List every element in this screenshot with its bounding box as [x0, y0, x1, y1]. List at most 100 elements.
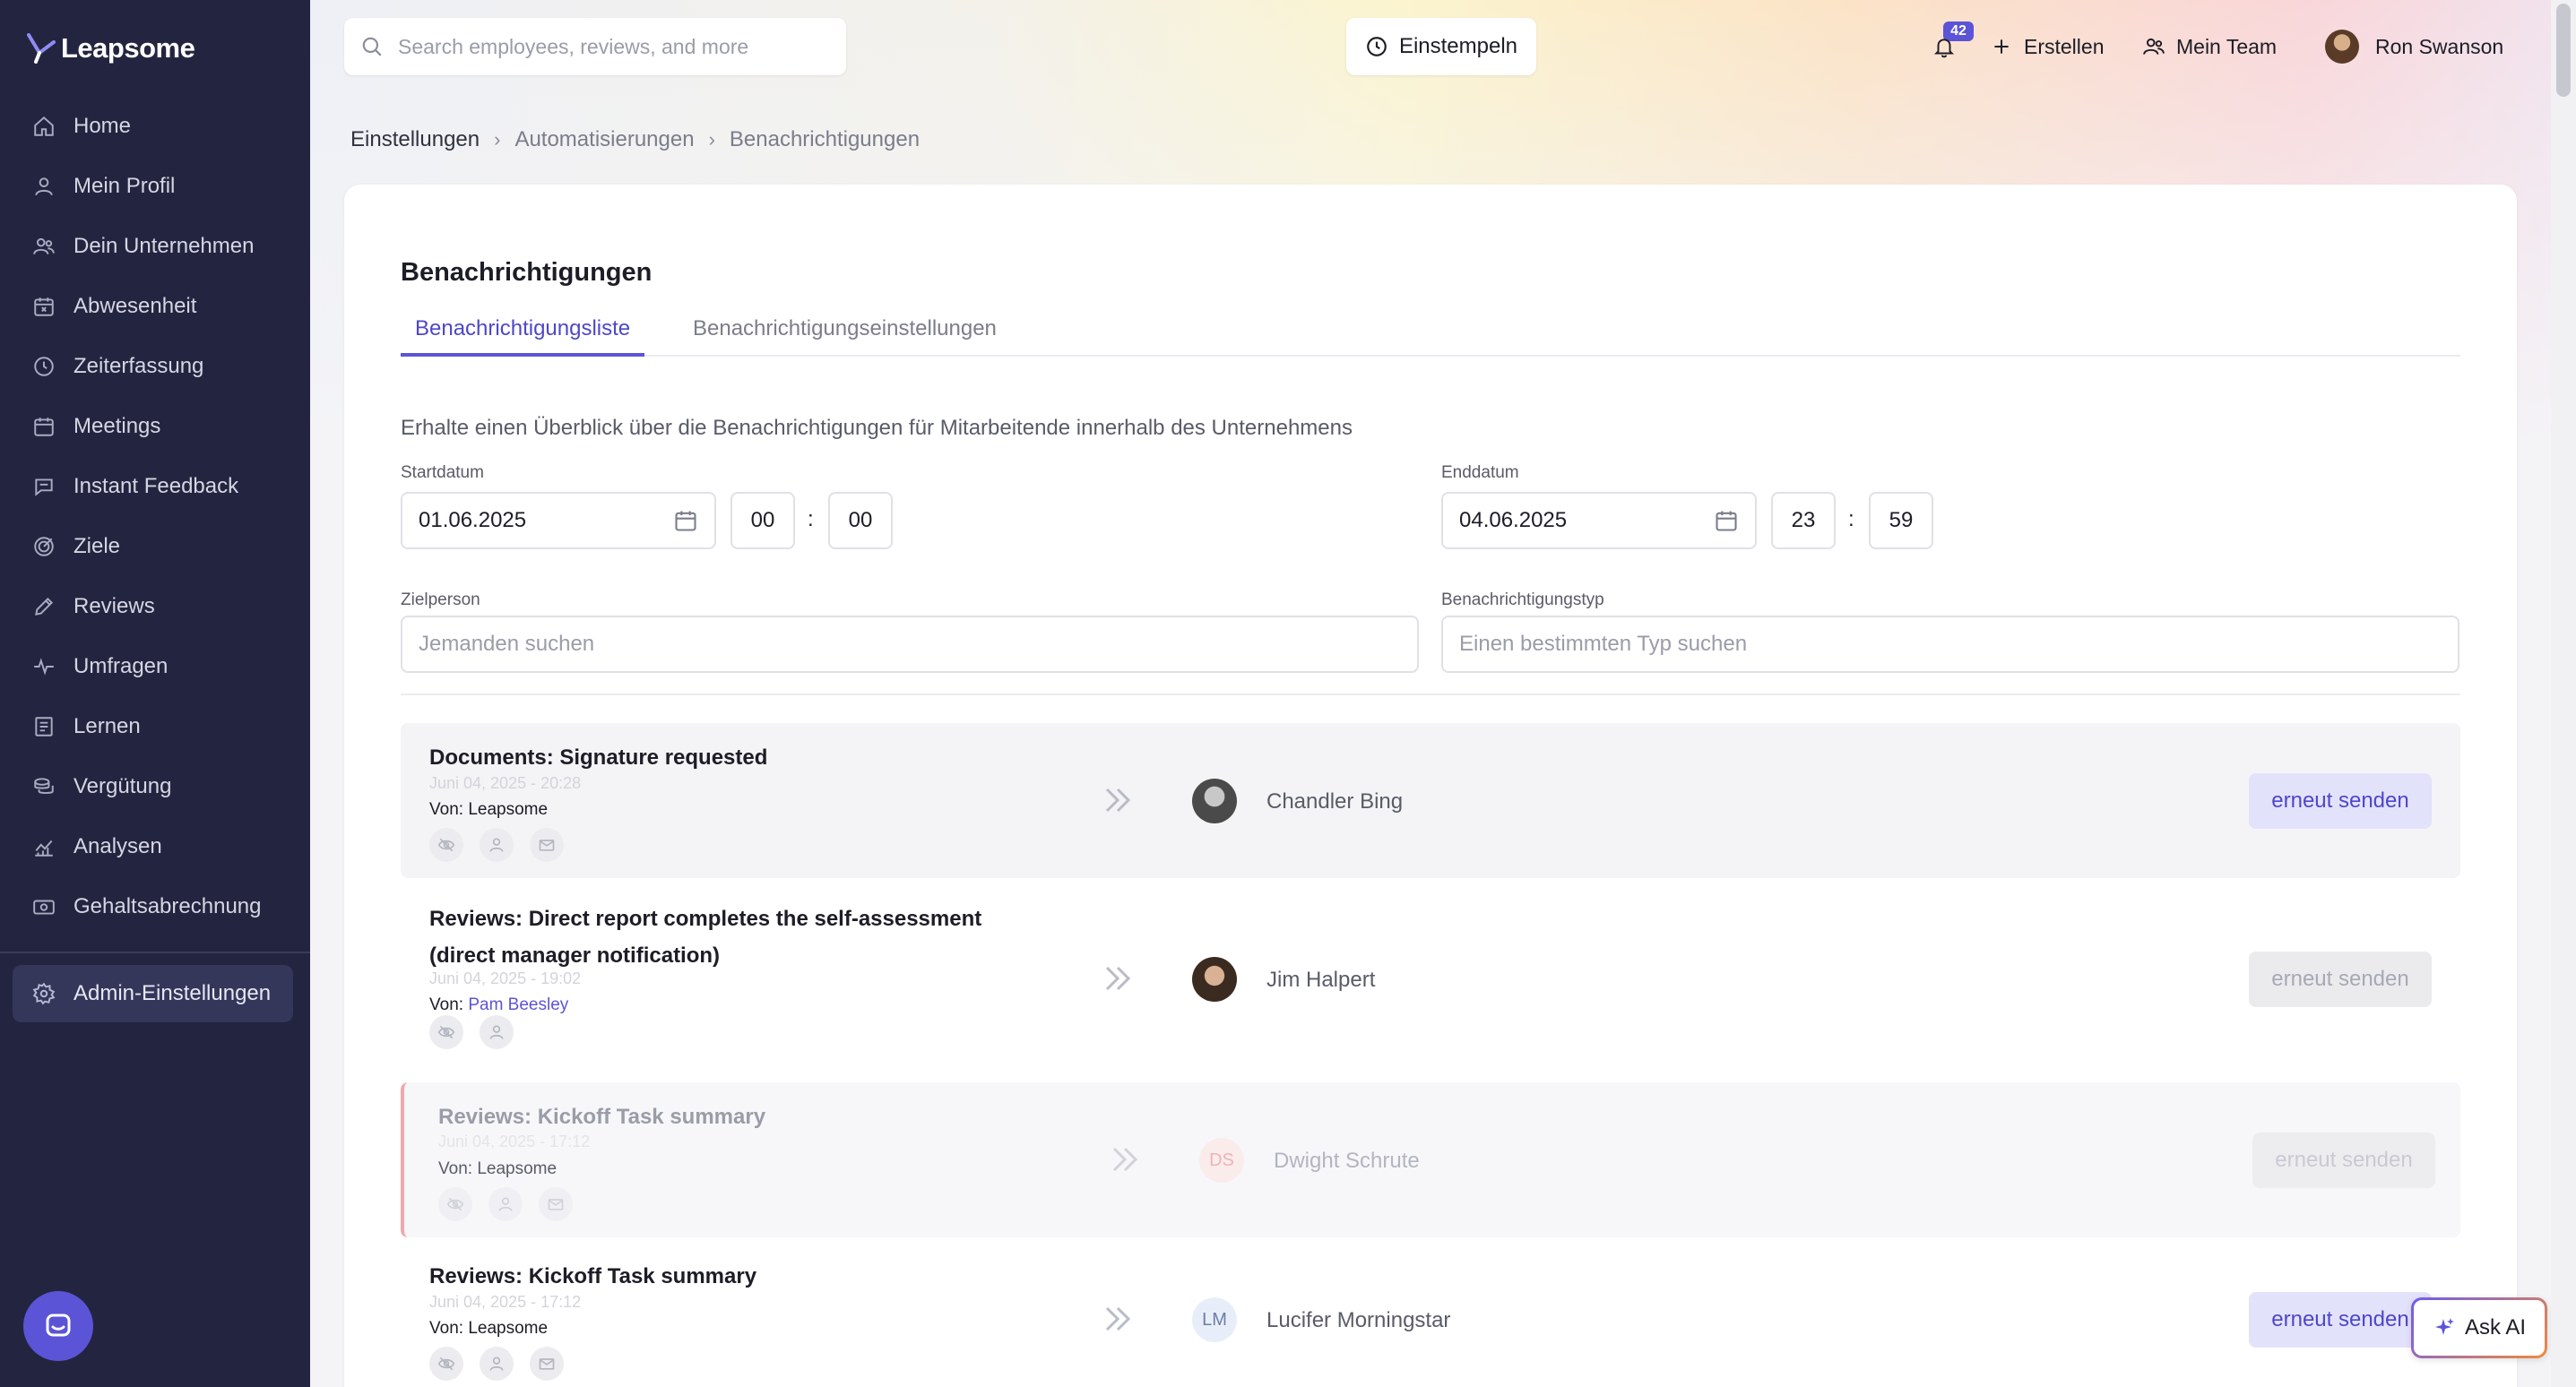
search-input[interactable] — [398, 34, 828, 59]
sender-link[interactable]: Pam Beesley — [468, 995, 568, 1014]
end-date-label: Enddatum — [1441, 463, 1519, 482]
main-area: Einstempeln 42 Erstellen Mein Team Ron S… — [310, 0, 2576, 1387]
sidebar-item-admin-settings[interactable]: Admin-Einstellungen — [13, 965, 293, 1022]
sidebar-item-label: Meetings — [73, 413, 161, 438]
sidebar-item-label: Home — [73, 113, 132, 138]
tab-notification-list[interactable]: Benachrichtigungsliste — [401, 310, 645, 357]
hidden-eye-icon — [429, 828, 463, 862]
clock-in-button[interactable]: Einstempeln — [1346, 18, 1536, 75]
start-date-value: 01.06.2025 — [419, 508, 527, 532]
sidebar-item-label: Gehaltsabrechnung — [73, 893, 262, 918]
clock-in-label: Einstempeln — [1398, 34, 1518, 58]
breadcrumb-automations[interactable]: Automatisierungen — [514, 127, 694, 152]
sidebar-item-reviews[interactable]: Reviews — [13, 576, 296, 636]
start-hour-field[interactable]: 00 — [730, 492, 795, 549]
calendar-icon — [675, 511, 696, 531]
notification-date: Juni 04, 2025 - 19:02 — [429, 969, 582, 987]
my-team-button[interactable]: Mein Team — [2142, 18, 2277, 75]
sidebar-item-label: Vergütung — [73, 773, 172, 798]
clock-icon — [1367, 37, 1387, 56]
user-menu[interactable]: Ron Swanson — [2325, 18, 2503, 75]
tab-notification-settings[interactable]: Benachrichtigungseinstellungen — [679, 310, 1011, 357]
coins-icon — [34, 777, 54, 794]
time-separator: : — [808, 507, 814, 531]
sidebar-item-absence[interactable]: Abwesenheit — [13, 276, 296, 336]
sidebar-item-instant-feedback[interactable]: Instant Feedback — [13, 456, 296, 516]
sidebar-item-compensation[interactable]: Vergütung — [13, 756, 296, 816]
sidebar: Leapsome Home Mein Profil Dein Unternehm… — [0, 0, 310, 1387]
time-separator: : — [1848, 507, 1854, 531]
page-description: Erhalte einen Überblick über die Benachr… — [401, 416, 1353, 440]
sidebar-item-profile[interactable]: Mein Profil — [13, 156, 296, 216]
team-icon — [2143, 38, 2165, 55]
recipient-name: Jim Halpert — [1266, 968, 1376, 992]
sidebar-item-learning[interactable]: Lernen — [13, 696, 296, 756]
resend-button[interactable]: erneut senden — [2249, 1292, 2432, 1348]
notification-title: Reviews: Kickoff Task summary — [429, 1264, 757, 1288]
notification-row: Reviews: Kickoff Task summary Juni 04, 2… — [401, 1244, 2460, 1387]
user-avatar — [2325, 30, 2359, 64]
target-person-input[interactable]: Jemanden suchen — [401, 616, 1419, 673]
recipient-initials-avatar: LM — [1192, 1297, 1237, 1342]
sidebar-item-home[interactable]: Home — [13, 96, 296, 156]
double-chevron-right-icon — [1100, 961, 1136, 996]
sidebar-item-time-tracking[interactable]: Zeiterfassung — [13, 336, 296, 396]
ask-ai-label: Ask AI — [2464, 1315, 2527, 1340]
bell-icon — [1933, 39, 1955, 58]
create-button[interactable]: Erstellen — [1990, 18, 2104, 75]
notifications-button[interactable]: 42 — [1923, 22, 1974, 72]
calendar-icon — [34, 417, 54, 436]
sidebar-item-surveys[interactable]: Umfragen — [13, 636, 296, 696]
double-chevron-right-icon — [1107, 1141, 1143, 1177]
recipient-initials-avatar: DS — [1199, 1138, 1244, 1183]
start-minute-field[interactable]: 00 — [828, 492, 893, 549]
end-minute-field[interactable]: 59 — [1869, 492, 1933, 549]
home-icon — [34, 116, 54, 136]
scrollbar-track[interactable] — [2551, 0, 2576, 1387]
recipient-avatar — [1192, 779, 1237, 823]
pen-icon — [35, 597, 54, 616]
resend-button[interactable]: erneut senden — [2249, 773, 2432, 829]
notification-title: Reviews: Kickoff Task summary — [438, 1105, 766, 1129]
pulse-icon — [34, 657, 54, 676]
recipient-name: Lucifer Morningstar — [1266, 1308, 1451, 1332]
sidebar-item-label: Instant Feedback — [73, 473, 239, 498]
ask-ai-button[interactable]: Ask AI — [2411, 1297, 2547, 1358]
person-icon — [480, 1015, 514, 1049]
notification-sender: Von: Leapsome — [438, 1159, 558, 1178]
end-hour-field[interactable]: 23 — [1771, 492, 1836, 549]
recipient-name: Chandler Bing — [1266, 789, 1404, 814]
notification-date: Juni 04, 2025 - 17:12 — [429, 1293, 582, 1311]
hidden-eye-icon — [429, 1015, 463, 1049]
person-icon — [480, 1347, 514, 1381]
leapsome-logo[interactable]: Leapsome — [27, 32, 195, 65]
sidebar-item-company[interactable]: Dein Unternehmen — [13, 216, 296, 276]
sidebar-item-label: Admin-Einstellungen — [73, 981, 272, 1005]
notification-row: Reviews: Kickoff Task summary Juni 04, 2… — [401, 1082, 2460, 1237]
sidebar-item-meetings[interactable]: Meetings — [13, 396, 296, 456]
recipient-avatar — [1192, 957, 1237, 1002]
book-icon — [35, 716, 53, 737]
end-date-field[interactable]: 04.06.2025 — [1441, 492, 1757, 549]
users-icon — [33, 237, 55, 254]
start-date-field[interactable]: 01.06.2025 — [401, 492, 716, 549]
resend-button[interactable]: erneut senden — [2252, 1133, 2435, 1188]
global-search[interactable] — [344, 18, 846, 75]
target-person-label: Zielperson — [401, 590, 480, 609]
app-name: Leapsome — [61, 32, 195, 64]
sidebar-item-analytics[interactable]: Analysen — [13, 816, 296, 876]
resend-button[interactable]: erneut senden — [2249, 952, 2432, 1007]
calendar-x-icon — [34, 297, 54, 316]
breadcrumb-settings[interactable]: Einstellungen — [350, 127, 480, 152]
my-team-label: Mein Team — [2176, 34, 2278, 58]
support-chat-button[interactable] — [23, 1291, 93, 1361]
sidebar-item-payroll[interactable]: Gehaltsabrechnung — [13, 876, 296, 936]
person-icon — [480, 828, 514, 862]
chat-icon — [35, 478, 53, 496]
scrollbar-thumb[interactable] — [2556, 4, 2571, 97]
sidebar-item-goals[interactable]: Ziele — [13, 516, 296, 576]
payroll-icon — [33, 900, 55, 915]
notification-type-input[interactable]: Einen bestimmten Typ suchen — [1441, 616, 2459, 673]
double-chevron-right-icon — [1100, 1301, 1136, 1337]
plus-icon — [1994, 39, 2009, 54]
